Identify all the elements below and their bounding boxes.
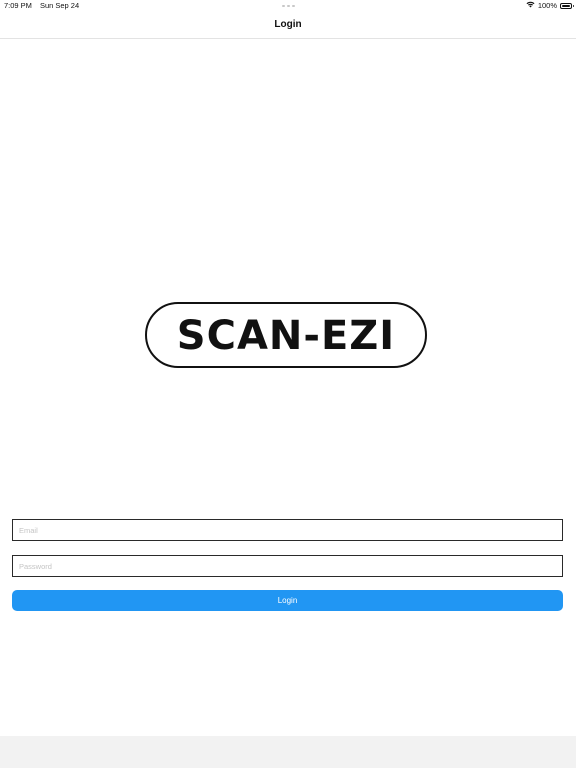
battery-fill	[562, 5, 570, 7]
multitasking-dot	[282, 5, 285, 7]
bottom-area	[0, 736, 576, 768]
status-bar: 7:09 PM Sun Sep 24 100%	[0, 0, 576, 12]
password-field[interactable]	[12, 555, 563, 577]
app-logo: SCAN-EZI	[145, 302, 427, 368]
page-title: Login	[274, 19, 302, 30]
status-date: Sun Sep 24	[39, 1, 80, 10]
status-left: 7:09 PM Sun Sep 24	[4, 0, 79, 12]
navigation-bar: Login	[0, 12, 576, 39]
status-right: 100%	[526, 0, 574, 12]
wifi-icon	[526, 0, 535, 12]
status-time: 7:09 PM	[4, 1, 32, 10]
multitasking-dot	[287, 5, 290, 7]
logo-text: SCAN-EZI	[176, 313, 396, 359]
multitasking-indicator[interactable]	[282, 5, 295, 7]
email-field[interactable]	[12, 519, 563, 541]
battery-icon	[560, 3, 574, 9]
battery-percentage: 100%	[537, 1, 557, 10]
multitasking-dot	[292, 5, 295, 7]
login-button[interactable]: Login	[12, 590, 563, 611]
